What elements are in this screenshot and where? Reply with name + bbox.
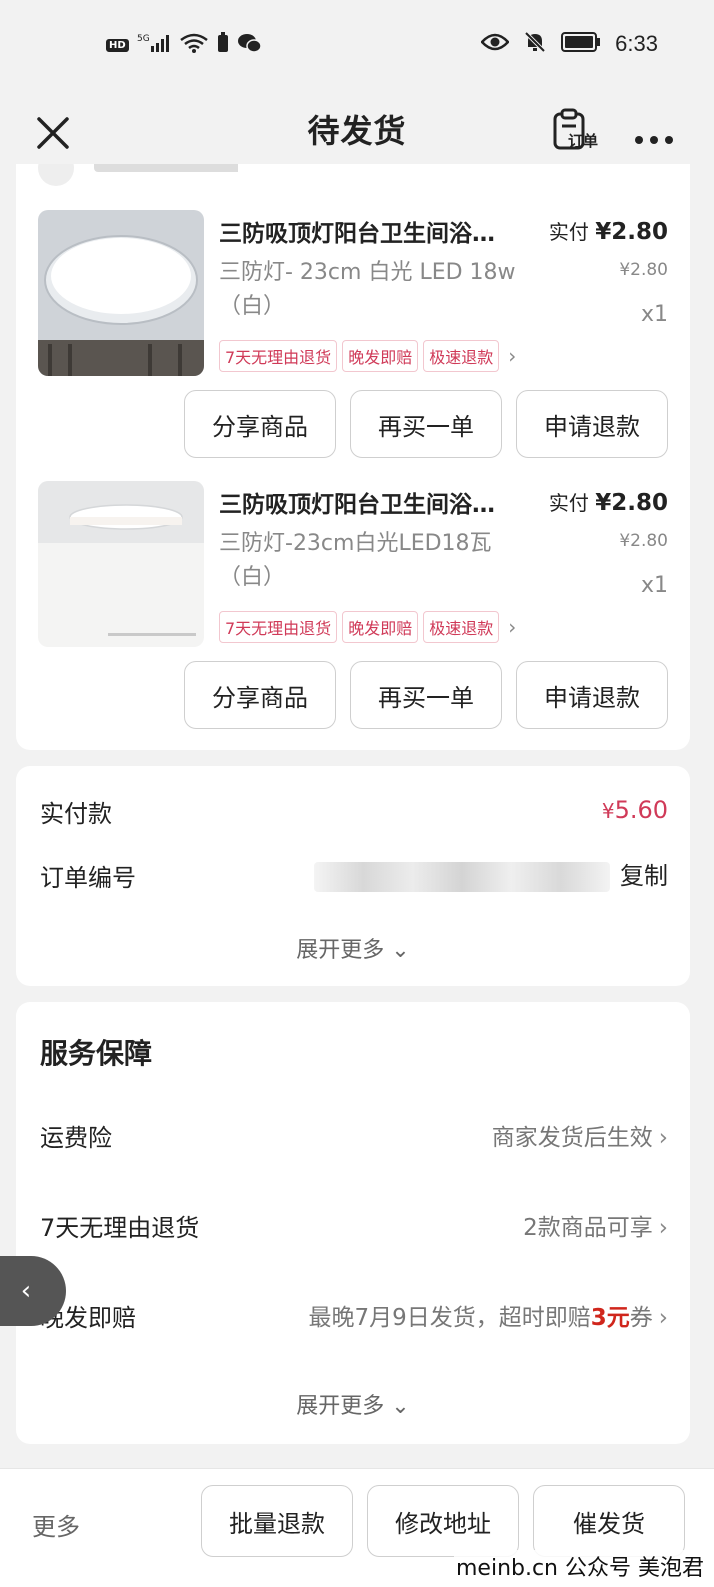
unit-price: ¥2.80 [619,531,668,551]
share-product-button[interactable]: 分享商品 [184,661,336,729]
signal-icon: 5G [137,32,171,58]
payment-card: 实付款 ¥5.60 订单编号 复制 展开更多 ⌄ [16,766,690,986]
status-left: HD 5G [106,32,263,58]
tag-late-compensation: 晚发即赔 [342,611,419,643]
paid-price: 实付 ¥2.80 [549,487,668,516]
compensation-amount: 3元 [590,1305,630,1331]
order-number-blurred [314,862,610,892]
paid-amount: ¥2.80 [595,490,668,516]
product-title[interactable]: 三防吸顶灯阳台卫生间浴… [219,485,549,519]
service-row-label: 运费险 [40,1124,112,1152]
product-spec: 三防灯- 23cm 白光 LED 18w（白） [219,260,516,319]
paid-total-label: 实付款 [40,800,112,828]
expand-more-button[interactable]: 展开更多 ⌄ [16,932,690,964]
chevron-right-icon: › [658,1125,668,1151]
service-row-value: 商家发货后生效 › [492,1118,668,1152]
wifi-icon [179,32,209,58]
quantity: x1 [640,573,668,598]
product-card: 三防吸顶灯阳台卫生间浴… 实付 ¥2.80 三防灯- 23cm 白光 LED 1… [16,164,690,750]
modify-address-button[interactable]: 修改地址 [367,1485,519,1557]
paid-price: 实付 ¥2.80 [549,216,668,245]
paid-amount: ¥2.80 [595,219,668,245]
chevron-right-icon: › [658,1305,668,1331]
copy-button[interactable]: 复制 [620,856,668,891]
currency-symbol: ¥ [601,799,615,823]
service-tags[interactable]: 7天无理由退货 晚发即赔 极速退款 › [219,340,516,372]
expand-more-label: 展开更多 [296,1394,385,1419]
chevron-right-icon: › [508,344,517,368]
product-title[interactable]: 三防吸顶灯阳台卫生间浴… [219,214,549,248]
service-row-value-text: 2款商品可享 [523,1215,653,1241]
more-actions-link[interactable]: 更多 [32,1507,80,1542]
request-refund-button[interactable]: 申请退款 [516,661,668,729]
watermark: meinb.cn 公众号 美泡君 [453,1550,706,1582]
tag-late-compensation: 晚发即赔 [342,340,419,372]
chevron-down-icon: ⌄ [391,1394,410,1419]
product-image[interactable] [38,481,204,647]
product-spec: 三防灯-23cm白光LED18瓦（白） [219,531,492,590]
wechat-icon [237,32,263,58]
urge-shipping-button[interactable]: 催发货 [533,1485,685,1557]
unit-price: ¥2.80 [619,260,668,280]
product-item: 三防吸顶灯阳台卫生间浴… 实付 ¥2.80 三防灯-23cm白光LED18瓦（白… [16,435,690,729]
status-time: 6:33 [615,31,658,56]
tag-7day-return: 7天无理由退货 [219,340,338,372]
late-deadline-text: 最晚7月9日发货，超时即赔 [308,1305,591,1331]
service-title: 服务保障 [40,1037,153,1070]
coupon-suffix: 券 [629,1305,653,1331]
chevron-down-icon: ⌄ [391,938,410,963]
tag-fast-refund: 极速退款 [423,340,500,372]
service-row-label: 7天无理由退货 [40,1214,200,1242]
order-number-label: 订单编号 [40,864,136,892]
tag-fast-refund: 极速退款 [423,611,500,643]
svg-text:5G: 5G [137,34,150,44]
item-actions: 分享商品 再买一单 申请退款 [184,661,668,729]
service-row-value: 2款商品可享 › [523,1208,668,1242]
service-row-7day-return[interactable]: 7天无理由退货 2款商品可享 › [16,1208,690,1248]
eye-icon [480,32,510,56]
paid-total-amount: ¥5.60 [602,796,668,824]
tag-7day-return: 7天无理由退货 [219,611,338,643]
chevron-left-icon: ‹ [20,1276,32,1306]
order-label: 订单 [568,132,599,150]
service-row-late-compensation[interactable]: 晚发即赔 最晚7月9日发货，超时即赔3元券 › [16,1298,690,1338]
paid-prefix: 实付 [548,491,589,515]
paid-prefix: 实付 [548,220,589,244]
expand-more-label: 展开更多 [296,938,385,963]
service-expand-more-button[interactable]: 展开更多 ⌄ [16,1388,690,1420]
mute-bell-icon [523,30,547,58]
more-options-button[interactable] [634,118,674,153]
service-row-shipping-insurance[interactable]: 运费险 商家发货后生效 › [16,1118,690,1158]
chevron-right-icon: › [658,1215,668,1241]
chevron-right-icon: › [508,615,517,639]
quantity: x1 [640,302,668,327]
service-tags[interactable]: 7天无理由退货 晚发即赔 极速退款 › [219,611,516,643]
status-bar: HD 5G 6:33 [0,0,714,92]
service-guarantee-card: 服务保障 运费险 商家发货后生效 › 7天无理由退货 2款商品可享 › 晚发即赔 最… [16,1002,690,1444]
battery-small-icon [217,32,229,58]
product-image[interactable] [38,210,204,376]
product-item: 三防吸顶灯阳台卫生间浴… 实付 ¥2.80 三防灯- 23cm 白光 LED 1… [16,164,690,458]
battery-icon [561,31,601,57]
paid-total-value: 5.60 [614,796,668,824]
order-button[interactable]: 订单 [552,108,608,158]
more-dots-icon [635,136,673,144]
batch-refund-button[interactable]: 批量退款 [201,1485,353,1557]
service-row-value-text: 商家发货后生效 [491,1125,653,1151]
service-row-value: 最晚7月9日发货，超时即赔3元券 › [309,1298,669,1332]
status-right: 6:33 [480,30,658,58]
buy-again-button[interactable]: 再买一单 [350,661,502,729]
hd-badge: HD [106,38,129,52]
